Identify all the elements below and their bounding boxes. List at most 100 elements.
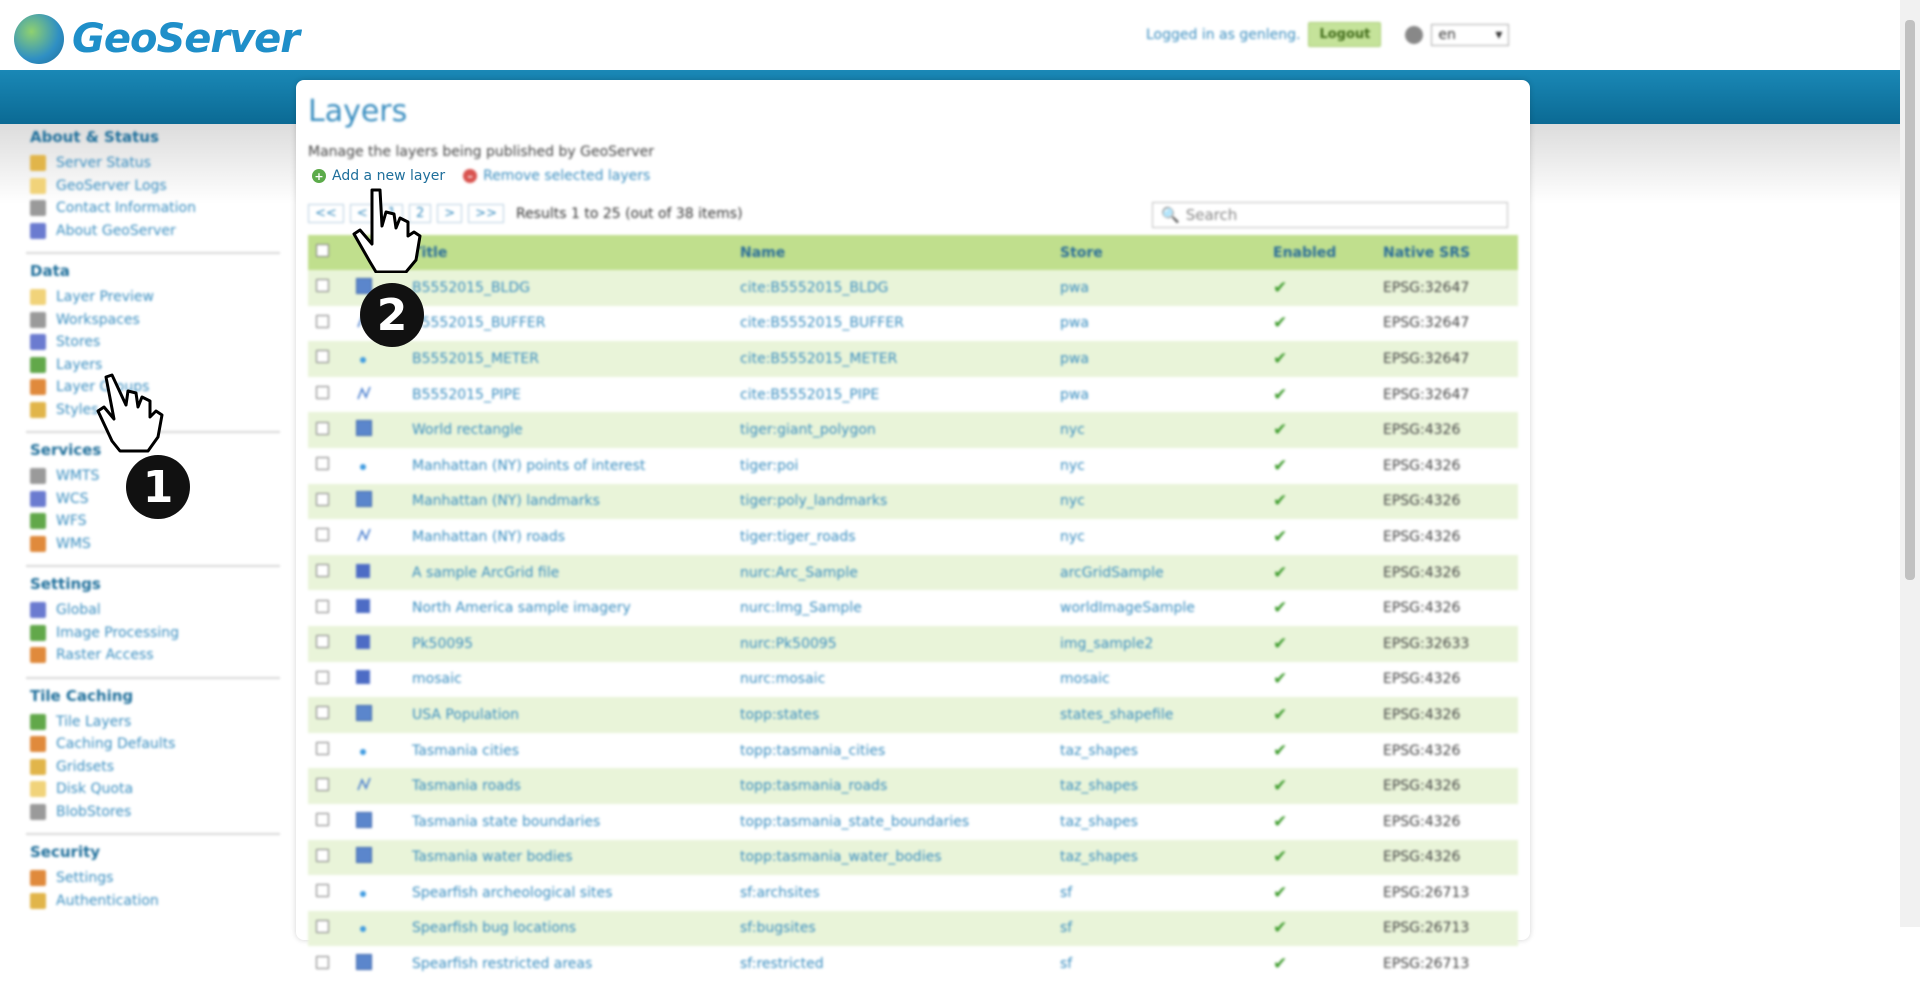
next-page-button[interactable]: > (437, 204, 463, 223)
column-header-name[interactable]: Name (739, 235, 1059, 270)
layer-name-link[interactable]: tiger:poi (739, 448, 1059, 484)
row-checkbox[interactable] (316, 742, 329, 756)
layer-name-link[interactable]: nurc:Img_Sample (739, 590, 1059, 626)
sidebar-item[interactable]: Image Processing (30, 622, 280, 645)
add-layer-link[interactable]: + Add a new layer (312, 168, 445, 184)
layer-name-link[interactable]: cite:B5552015_METER (739, 341, 1059, 377)
last-page-button[interactable]: >> (468, 204, 504, 223)
layer-name-link[interactable]: cite:B5552015_BUFFER (739, 306, 1059, 342)
row-checkbox[interactable] (316, 919, 329, 933)
page-scrollbar[interactable] (1900, 0, 1920, 927)
row-checkbox[interactable] (316, 599, 329, 613)
row-checkbox[interactable] (316, 848, 329, 862)
row-checkbox[interactable] (316, 492, 329, 506)
layer-title-link[interactable]: Manhattan (NY) landmarks (411, 483, 739, 520)
geoserver-logo[interactable]: GeoServer (14, 14, 300, 64)
row-checkbox[interactable] (316, 314, 329, 328)
layer-title-link[interactable]: Manhattan (NY) roads (411, 519, 739, 555)
layer-name-link[interactable]: sf:archsites (739, 875, 1059, 911)
sidebar-item[interactable]: Raster Access (30, 644, 280, 667)
layer-name-link[interactable]: topp:tasmania_state_boundaries (739, 804, 1059, 840)
layer-store-link[interactable]: mosaic (1059, 662, 1259, 698)
layer-store-link[interactable]: sf (1059, 875, 1259, 911)
layer-title-link[interactable]: Spearfish archeological sites (411, 875, 739, 911)
sidebar-item[interactable]: Gridsets (30, 756, 280, 779)
layer-store-link[interactable]: sf (1059, 946, 1259, 982)
layer-title-link[interactable]: B5552015_BLDG (411, 270, 739, 306)
row-checkbox[interactable] (316, 457, 329, 471)
search-input[interactable]: 🔍 Search (1152, 202, 1508, 228)
layer-store-link[interactable]: arcGridSample (1059, 554, 1259, 591)
layer-name-link[interactable]: topp:tasmania_water_bodies (739, 839, 1059, 876)
layer-store-link[interactable]: taz_shapes (1059, 804, 1259, 840)
layer-store-link[interactable]: nyc (1059, 412, 1259, 448)
row-checkbox[interactable] (316, 350, 329, 364)
layer-title-link[interactable]: World rectangle (411, 412, 739, 448)
row-checkbox[interactable] (316, 955, 329, 969)
layer-name-link[interactable]: tiger:poly_landmarks (739, 483, 1059, 520)
layer-title-link[interactable]: Tasmania state boundaries (411, 804, 739, 840)
layer-title-link[interactable]: mosaic (411, 662, 739, 698)
layer-title-link[interactable]: B5552015_BUFFER (411, 306, 739, 342)
layer-store-link[interactable]: taz_shapes (1059, 768, 1259, 804)
layer-title-link[interactable]: B5552015_METER (411, 341, 739, 377)
row-checkbox[interactable] (316, 706, 329, 720)
layer-store-link[interactable]: pwa (1059, 341, 1259, 377)
row-checkbox[interactable] (316, 813, 329, 827)
column-header-srs[interactable]: Native SRS (1382, 235, 1518, 270)
sidebar-item[interactable]: Workspaces (30, 309, 280, 332)
row-checkbox[interactable] (316, 421, 329, 435)
layer-title-link[interactable]: Pk50095 (411, 625, 739, 662)
layer-name-link[interactable]: sf:restricted (739, 946, 1059, 982)
row-checkbox[interactable] (316, 279, 329, 293)
sidebar-item[interactable]: Caching Defaults (30, 733, 280, 756)
logout-button[interactable]: Logout (1308, 22, 1382, 47)
layer-title-link[interactable]: B5552015_PIPE (411, 377, 739, 413)
layer-name-link[interactable]: nurc:Pk50095 (739, 625, 1059, 662)
layer-title-link[interactable]: Tasmania water bodies (411, 839, 739, 876)
layer-name-link[interactable]: topp:tasmania_cities (739, 733, 1059, 769)
sidebar-item[interactable]: Settings (30, 867, 280, 890)
remove-layers-link[interactable]: – Remove selected layers (463, 168, 650, 184)
layer-store-link[interactable]: sf (1059, 910, 1259, 947)
layer-name-link[interactable]: cite:B5552015_PIPE (739, 377, 1059, 413)
layer-name-link[interactable]: topp:tasmania_roads (739, 768, 1059, 804)
sidebar-item[interactable]: Authentication (30, 890, 280, 913)
sidebar-item[interactable]: Global (30, 599, 280, 622)
column-header-title[interactable]: Title (411, 235, 739, 270)
layer-title-link[interactable]: Spearfish bug locations (411, 910, 739, 947)
layer-title-link[interactable]: Manhattan (NY) points of interest (411, 448, 739, 484)
sidebar-item[interactable]: WMS (30, 533, 280, 556)
select-all-checkbox[interactable] (316, 244, 329, 257)
column-header-store[interactable]: Store (1059, 235, 1259, 270)
first-page-button[interactable]: << (308, 204, 344, 223)
layer-title-link[interactable]: North America sample imagery (411, 590, 739, 626)
layer-name-link[interactable]: tiger:giant_polygon (739, 412, 1059, 448)
sidebar-item[interactable]: GeoServer Logs (30, 175, 280, 198)
layer-store-link[interactable]: states_shapefile (1059, 697, 1259, 733)
row-checkbox[interactable] (316, 528, 329, 542)
row-checkbox[interactable] (316, 777, 329, 791)
layer-store-link[interactable]: nyc (1059, 448, 1259, 484)
sidebar-item[interactable]: Tile Layers (30, 711, 280, 734)
sidebar-item[interactable]: About GeoServer (30, 220, 280, 243)
layer-store-link[interactable]: pwa (1059, 377, 1259, 413)
layer-name-link[interactable]: cite:B5552015_BLDG (739, 270, 1059, 306)
layer-store-link[interactable]: nyc (1059, 519, 1259, 555)
row-checkbox[interactable] (316, 386, 329, 400)
layer-name-link[interactable]: sf:bugsites (739, 910, 1059, 947)
layer-store-link[interactable]: nyc (1059, 483, 1259, 520)
row-checkbox[interactable] (316, 884, 329, 898)
layer-title-link[interactable]: Tasmania roads (411, 768, 739, 804)
sidebar-item[interactable]: Stores (30, 331, 280, 354)
layer-name-link[interactable]: topp:states (739, 697, 1059, 733)
scrollbar-thumb[interactable] (1905, 20, 1915, 580)
layer-title-link[interactable]: A sample ArcGrid file (411, 554, 739, 591)
sidebar-item[interactable]: Layer Preview (30, 286, 280, 309)
sidebar-item[interactable]: Contact Information (30, 197, 280, 220)
sidebar-item[interactable]: Server Status (30, 152, 280, 175)
layer-name-link[interactable]: nurc:mosaic (739, 662, 1059, 698)
row-checkbox[interactable] (316, 670, 329, 684)
sidebar-item[interactable]: BlobStores (30, 801, 280, 824)
row-checkbox[interactable] (316, 635, 329, 649)
